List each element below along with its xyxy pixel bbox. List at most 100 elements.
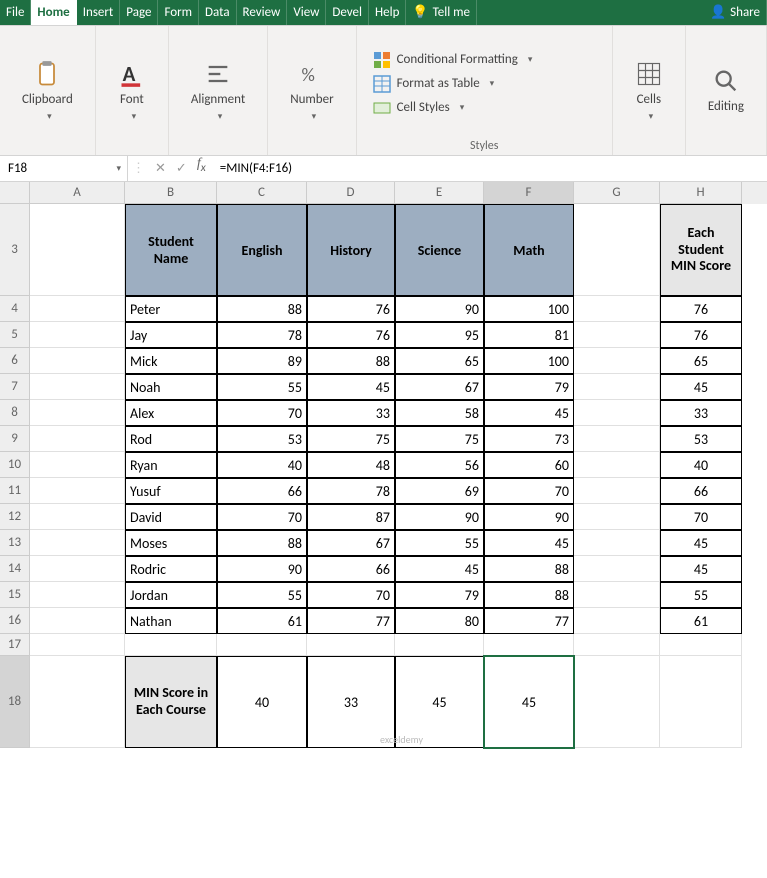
name-box[interactable]: F18 (0, 156, 128, 181)
cell-min-6[interactable]: 65 (660, 348, 742, 374)
cell-sci-8[interactable]: 58 (395, 400, 484, 426)
cell-name-14[interactable]: Rodric (125, 556, 217, 582)
col-header-A[interactable]: A (30, 182, 125, 204)
cell-G15[interactable] (574, 582, 660, 608)
row-header-6[interactable]: 6 (0, 348, 30, 374)
col-header-G[interactable]: G (574, 182, 660, 204)
cells-button[interactable]: Cells ▾ (625, 56, 673, 126)
cell-A15[interactable] (30, 582, 125, 608)
cell-min-8[interactable]: 33 (660, 400, 742, 426)
cell-math-15[interactable]: 88 (484, 582, 574, 608)
tell-me[interactable]: 💡 Tell me (406, 0, 477, 25)
cell-sci-4[interactable]: 90 (395, 296, 484, 322)
cell-name-6[interactable]: Mick (125, 348, 217, 374)
cell-G14[interactable] (574, 556, 660, 582)
row-header-3[interactable]: 3 (0, 204, 30, 296)
min-english[interactable]: 40 (217, 656, 307, 748)
cell-eng-14[interactable]: 90 (217, 556, 307, 582)
accept-formula-button[interactable]: ✓ (176, 161, 187, 176)
cell-math-8[interactable]: 45 (484, 400, 574, 426)
cell-A5[interactable] (30, 322, 125, 348)
cell-E17[interactable] (395, 634, 484, 656)
tab-formulas[interactable]: Form (158, 0, 199, 25)
row-header-8[interactable]: 8 (0, 400, 30, 426)
header-science[interactable]: Science (395, 204, 484, 296)
tab-help[interactable]: Help (369, 0, 406, 25)
cell-min-7[interactable]: 45 (660, 374, 742, 400)
cell-name-11[interactable]: Yusuf (125, 478, 217, 504)
tab-data[interactable]: Data (199, 0, 237, 25)
cell-name-13[interactable]: Moses (125, 530, 217, 556)
header-english[interactable]: English (217, 204, 307, 296)
col-header-E[interactable]: E (395, 182, 484, 204)
cell-math-12[interactable]: 90 (484, 504, 574, 530)
row-header-10[interactable]: 10 (0, 452, 30, 478)
cell-min-13[interactable]: 45 (660, 530, 742, 556)
col-header-B[interactable]: B (125, 182, 217, 204)
cell-eng-11[interactable]: 66 (217, 478, 307, 504)
select-all-corner[interactable] (0, 182, 30, 204)
col-header-F[interactable]: F (484, 182, 574, 204)
col-header-D[interactable]: D (307, 182, 395, 204)
cell-A8[interactable] (30, 400, 125, 426)
tab-review[interactable]: Review (237, 0, 288, 25)
cell-G13[interactable] (574, 530, 660, 556)
cell-eng-8[interactable]: 70 (217, 400, 307, 426)
tab-insert[interactable]: Insert (77, 0, 121, 25)
cell-min-9[interactable]: 53 (660, 426, 742, 452)
cell-A12[interactable] (30, 504, 125, 530)
cell-F17[interactable] (484, 634, 574, 656)
row-header-5[interactable]: 5 (0, 322, 30, 348)
row-header-4[interactable]: 4 (0, 296, 30, 322)
tab-file[interactable]: File (0, 0, 31, 25)
cell-G17[interactable] (574, 634, 660, 656)
tab-developer[interactable]: Devel (326, 0, 369, 25)
cell-name-9[interactable]: Rod (125, 426, 217, 452)
cell-min-10[interactable]: 40 (660, 452, 742, 478)
cell-his-9[interactable]: 75 (307, 426, 395, 452)
cell-A16[interactable] (30, 608, 125, 634)
cell-his-16[interactable]: 77 (307, 608, 395, 634)
cell-math-16[interactable]: 77 (484, 608, 574, 634)
cell-B17[interactable] (125, 634, 217, 656)
cell-min-14[interactable]: 45 (660, 556, 742, 582)
row-header-16[interactable]: 16 (0, 608, 30, 634)
cell-eng-12[interactable]: 70 (217, 504, 307, 530)
col-header-H[interactable]: H (660, 182, 742, 204)
cell-sci-7[interactable]: 67 (395, 374, 484, 400)
cell-eng-4[interactable]: 88 (217, 296, 307, 322)
row-header-12[interactable]: 12 (0, 504, 30, 530)
cell-sci-6[interactable]: 65 (395, 348, 484, 374)
cell-G4[interactable] (574, 296, 660, 322)
cell-A17[interactable] (30, 634, 125, 656)
active-cell-F18[interactable]: 45 (484, 656, 574, 748)
cell-math-5[interactable]: 81 (484, 322, 574, 348)
header-math[interactable]: Math (484, 204, 574, 296)
row-header-18[interactable]: 18 (0, 656, 30, 748)
cell-sci-14[interactable]: 45 (395, 556, 484, 582)
cell-eng-10[interactable]: 40 (217, 452, 307, 478)
cell-sci-11[interactable]: 69 (395, 478, 484, 504)
min-course-label[interactable]: MIN Score in Each Course (125, 656, 217, 748)
cell-his-4[interactable]: 76 (307, 296, 395, 322)
formula-input[interactable]: =MIN(F4:F16) (212, 156, 767, 181)
cell-A13[interactable] (30, 530, 125, 556)
share-button[interactable]: 👤 Share (704, 0, 767, 25)
cell-G11[interactable] (574, 478, 660, 504)
cell-min-5[interactable]: 76 (660, 322, 742, 348)
cell-his-15[interactable]: 70 (307, 582, 395, 608)
cell-G7[interactable] (574, 374, 660, 400)
cell-his-5[interactable]: 76 (307, 322, 395, 348)
cell-math-9[interactable]: 73 (484, 426, 574, 452)
cell-G8[interactable] (574, 400, 660, 426)
cell-eng-7[interactable]: 55 (217, 374, 307, 400)
cell-sci-13[interactable]: 55 (395, 530, 484, 556)
cell-A7[interactable] (30, 374, 125, 400)
cell-G16[interactable] (574, 608, 660, 634)
cell-G18[interactable] (574, 656, 660, 748)
cell-eng-16[interactable]: 61 (217, 608, 307, 634)
cell-A6[interactable] (30, 348, 125, 374)
cell-styles-button[interactable]: Cell Styles▾ (369, 96, 469, 120)
cell-sci-9[interactable]: 75 (395, 426, 484, 452)
number-button[interactable]: % Number ▾ (280, 56, 343, 126)
